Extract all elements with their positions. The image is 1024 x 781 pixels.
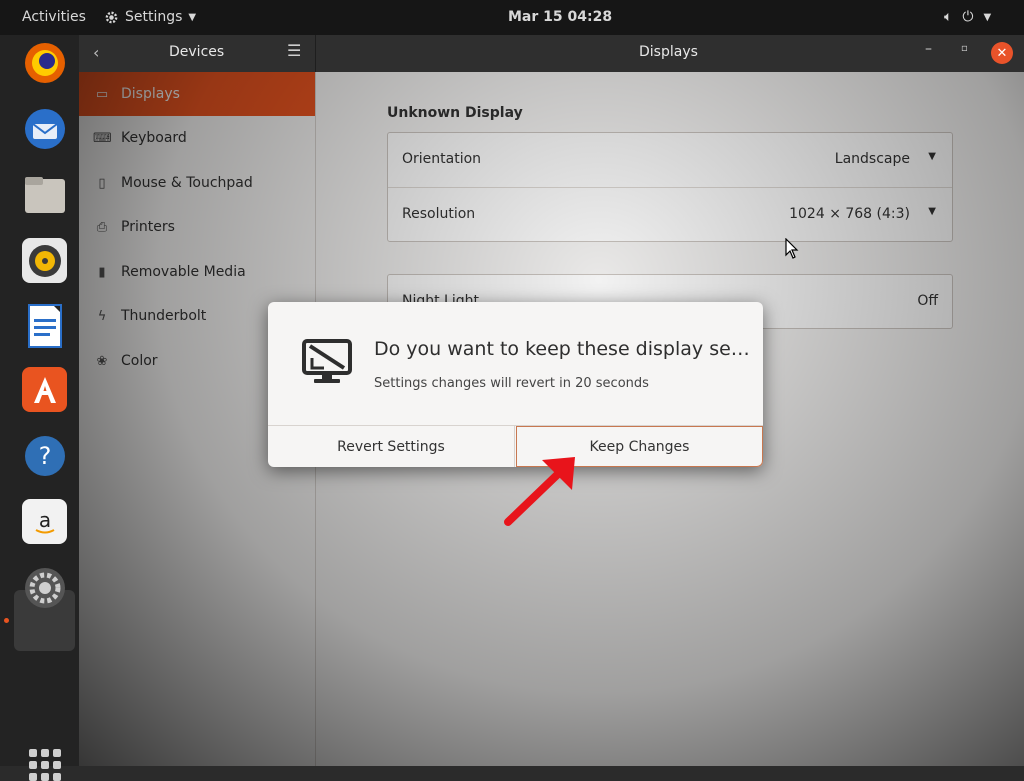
system-menu[interactable]: 🔈︎ ⏻ ▼ [944, 9, 991, 25]
sidebar-item-label: Displays [121, 86, 180, 102]
color-icon: ❀ [96, 353, 108, 369]
panel-title: Displays [639, 44, 698, 60]
sidebar-item-printers[interactable]: ⎙ Printers [79, 205, 315, 249]
sidebar-title: Devices [169, 44, 225, 60]
activities-button[interactable]: Activities [22, 9, 86, 25]
amazon-icon[interactable]: a [22, 499, 67, 544]
keep-changes-dialog: Do you want to keep these display se… Se… [268, 302, 763, 467]
app-menu-label: Settings [125, 9, 183, 25]
minimize-icon[interactable]: – [925, 41, 932, 57]
maximize-icon[interactable]: ▫ [961, 43, 968, 54]
display-name-heading: Unknown Display [387, 105, 523, 121]
app-grid-icon[interactable] [29, 749, 61, 781]
sidebar-item-label: Mouse & Touchpad [121, 175, 253, 191]
header-divider [315, 35, 316, 72]
display-icon: ▭ [95, 86, 109, 102]
keyboard-icon: ⌨ [93, 130, 112, 146]
chevron-down-icon: ▼ [983, 12, 992, 23]
gear-icon [105, 11, 118, 23]
close-icon[interactable]: ✕ [991, 42, 1013, 64]
svg-text:a: a [38, 508, 50, 532]
menu-icon[interactable]: ☰ [287, 41, 301, 60]
settings-icon[interactable] [22, 565, 67, 610]
app-menu[interactable]: Settings ▼ [104, 9, 196, 25]
orientation-row[interactable]: Orientation Landscape ▼ [388, 133, 952, 187]
sidebar-item-label: Keyboard [121, 130, 187, 146]
chevron-down-icon: ▼ [188, 11, 197, 23]
display-settings-card: Orientation Landscape ▼ Resolution 1024 … [387, 132, 953, 242]
sidebar-item-displays[interactable]: ▭ Displays [79, 72, 315, 116]
rhythmbox-icon[interactable] [22, 238, 67, 283]
revert-settings-button[interactable]: Revert Settings [268, 426, 515, 467]
resolution-value: 1024 × 768 (4:3) [789, 206, 910, 222]
mouse-icon: ▯ [98, 175, 106, 191]
sidebar-item-mouse-touchpad[interactable]: ▯ Mouse & Touchpad [79, 161, 315, 205]
resolution-row[interactable]: Resolution 1024 × 768 (4:3) ▼ [388, 187, 952, 242]
thunderbird-icon[interactable] [22, 106, 67, 151]
active-indicator [4, 618, 9, 623]
thunderbolt-icon: ϟ [97, 308, 107, 324]
sidebar-item-label: Thunderbolt [121, 308, 207, 324]
dialog-countdown: Settings changes will revert in 20 secon… [374, 376, 649, 391]
dialog-title: Do you want to keep these display se… [374, 338, 750, 360]
top-bar: Activities Settings ▼ Mar 15 04:28 🔈︎ ⏻ … [0, 0, 1024, 35]
sidebar-item-label: Printers [121, 219, 175, 235]
keep-changes-button[interactable]: Keep Changes [516, 426, 763, 467]
removable-media-icon: ▮ [98, 264, 106, 280]
files-icon[interactable] [22, 172, 67, 217]
sidebar-item-label: Color [121, 353, 158, 369]
resolution-label: Resolution [402, 206, 476, 222]
orientation-label: Orientation [402, 151, 482, 167]
sidebar-item-keyboard[interactable]: ⌨ Keyboard [79, 116, 315, 160]
mouse-cursor-icon [785, 238, 799, 259]
back-icon[interactable]: ‹ [93, 43, 99, 62]
night-light-value: Off [917, 293, 938, 309]
power-icon: ⏻ [962, 9, 974, 25]
header-bar: ‹ Devices ☰ Displays – ▫ ✕ [79, 35, 1024, 72]
help-icon[interactable]: ? [22, 433, 67, 478]
display-icon [302, 339, 352, 383]
firefox-icon[interactable] [22, 40, 67, 85]
volume-icon: 🔈︎ [944, 9, 953, 25]
sidebar-item-removable-media[interactable]: ▮ Removable Media [79, 250, 315, 294]
chevron-down-icon: ▼ [928, 151, 936, 162]
chevron-down-icon: ▼ [928, 206, 936, 217]
dock: ? a [0, 35, 79, 781]
orientation-value: Landscape [834, 151, 910, 167]
svg-text:?: ? [38, 442, 51, 470]
sidebar-item-label: Removable Media [121, 264, 246, 280]
clock[interactable]: Mar 15 04:28 [508, 9, 612, 25]
printer-icon: ⎙ [96, 219, 108, 235]
software-icon[interactable] [22, 367, 67, 412]
writer-icon[interactable] [22, 303, 67, 348]
